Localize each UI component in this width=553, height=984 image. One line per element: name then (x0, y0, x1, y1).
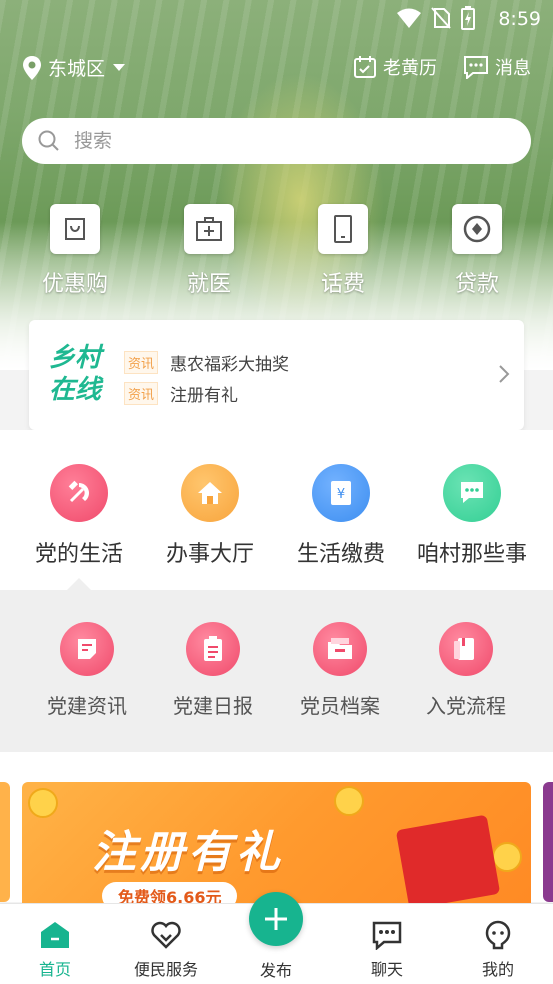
category-village-stories[interactable]: 咱村那些事 (407, 464, 537, 568)
news-item[interactable]: 资讯 惠农福彩大抽奖 (124, 350, 289, 375)
chat-bubble-icon (443, 464, 501, 522)
tab-label: 我的 (481, 960, 514, 979)
battery-icon (461, 6, 475, 30)
category-label: 办事大厅 (165, 542, 254, 567)
yuan-bill-icon: ¥ (312, 464, 370, 522)
loan-icon (452, 204, 502, 254)
party-subpanel: 党建资讯 党建日报 党员档案 入党流程 (0, 590, 553, 752)
document-icon (60, 622, 114, 676)
heart-icon (149, 918, 183, 952)
svg-text:¥: ¥ (337, 487, 345, 502)
party-item-label: 党建日报 (173, 694, 253, 718)
chat-icon (370, 918, 404, 952)
party-item-label: 党员档案 (300, 694, 380, 718)
category-label: 党的生活 (34, 542, 123, 567)
quick-action-label: 优惠购 (41, 272, 108, 297)
selection-pointer (67, 578, 91, 590)
plus-icon (265, 908, 287, 930)
banner-title: 注册有礼 (92, 827, 284, 878)
quick-action-label: 贷款 (454, 272, 499, 297)
status-bar: 8:59 (0, 0, 553, 36)
clock: 8:59 (498, 8, 541, 30)
profile-icon (481, 918, 515, 952)
category-bill-payment[interactable]: ¥ 生活缴费 (276, 464, 406, 568)
quick-action-label: 话费 (320, 272, 365, 297)
party-emblem-icon (50, 464, 108, 522)
rural-online-logo: 乡村 在线 (49, 343, 102, 405)
publish-button[interactable] (249, 892, 303, 946)
shopping-bag-icon (50, 204, 100, 254)
messages-button[interactable]: 消息 (463, 54, 531, 80)
party-item-process[interactable]: 入党流程 (411, 622, 521, 719)
clipboard-icon (186, 622, 240, 676)
no-sim-icon (431, 7, 451, 29)
coin-decoration (28, 788, 58, 818)
tab-label: 首页 (38, 960, 71, 979)
message-icon (464, 56, 488, 79)
house-icon (181, 464, 239, 522)
tab-label: 聊天 (370, 960, 403, 979)
party-item-news[interactable]: 党建资讯 (32, 622, 142, 719)
news-text: 注册有礼 (170, 386, 239, 406)
tab-profile[interactable]: 我的 (448, 918, 548, 980)
location-label: 东城区 (48, 58, 106, 80)
chevron-right-icon (499, 365, 510, 383)
search-icon (38, 130, 59, 151)
tab-chat[interactable]: 聊天 (337, 918, 437, 980)
tab-services[interactable]: 便民服务 (116, 918, 216, 980)
party-item-label: 党建资讯 (47, 694, 127, 718)
coin-decoration (334, 786, 364, 816)
party-item-archive[interactable]: 党员档案 (285, 622, 395, 719)
home-icon (38, 918, 72, 952)
news-text: 惠农福彩大抽奖 (170, 355, 290, 375)
archive-icon (313, 622, 367, 676)
search-bar[interactable] (22, 118, 531, 164)
booklet-icon (439, 622, 493, 676)
news-card[interactable]: 乡村 在线 资讯 惠农福彩大抽奖 资讯 注册有礼 (29, 320, 524, 430)
party-item-daily[interactable]: 党建日报 (158, 622, 268, 719)
category-service-hall[interactable]: 办事大厅 (145, 464, 275, 568)
tab-home[interactable]: 首页 (5, 918, 105, 980)
news-item[interactable]: 资讯 注册有礼 (124, 381, 289, 406)
calendar-label: 老黄历 (383, 58, 437, 79)
message-label: 消息 (495, 58, 531, 79)
tab-label: 便民服务 (133, 960, 198, 979)
coin-decoration (492, 842, 522, 872)
search-input[interactable] (72, 129, 496, 153)
news-tag: 资讯 (124, 382, 159, 405)
medical-kit-icon (184, 204, 234, 254)
category-party-life[interactable]: 党的生活 (14, 464, 144, 568)
quick-action-loan[interactable]: 贷款 (427, 204, 527, 298)
banner-prev-peek (0, 782, 10, 902)
calendar-button[interactable]: 老黄历 (353, 54, 437, 80)
party-item-label: 入党流程 (426, 694, 506, 718)
location-selector[interactable]: 东城区 (22, 54, 126, 81)
news-tag: 资讯 (124, 351, 159, 374)
banner-next-peek (543, 782, 553, 902)
quick-action-phone-bill[interactable]: 话费 (293, 204, 393, 298)
publish-label: 发布 (259, 961, 292, 980)
calendar-icon (354, 56, 376, 78)
category-label: 生活缴费 (296, 542, 385, 567)
wifi-icon (397, 8, 421, 28)
quick-action-shopping[interactable]: 优惠购 (25, 204, 125, 298)
red-envelope-icon (395, 814, 501, 910)
location-pin-icon (23, 55, 41, 80)
chevron-down-icon (113, 64, 126, 71)
top-bar: 东城区 老黄历 消息 (0, 50, 553, 90)
phone-icon (318, 204, 368, 254)
quick-action-medical[interactable]: 就医 (159, 204, 259, 298)
quick-action-label: 就医 (186, 272, 231, 297)
category-label: 咱村那些事 (416, 542, 527, 567)
